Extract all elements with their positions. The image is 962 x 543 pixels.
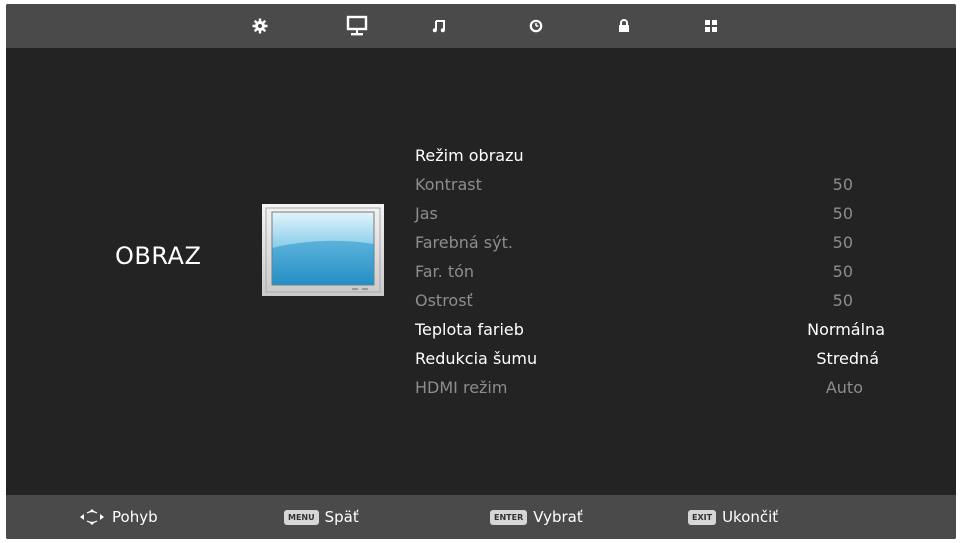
menu-item-value: 50 <box>832 204 853 223</box>
picture-settings-menu: Režim obrazu Kontrast 50 Jas 50 Farebná … <box>415 142 885 403</box>
hint-move: Pohyb <box>78 495 158 539</box>
menu-key-icon: MENU <box>284 509 319 525</box>
menu-item-noise-reduction[interactable]: Redukcia šumu Stredná <box>415 345 885 374</box>
menu-item-hdmi-mode: HDMI režim Auto <box>415 374 885 403</box>
menu-item-value: Stredná <box>816 349 879 368</box>
tab-lock[interactable] <box>612 4 636 48</box>
tv-picture-icon <box>262 204 384 296</box>
menu-item-brightness: Jas 50 <box>415 200 885 229</box>
menu-item-label: Ostrosť <box>415 291 473 310</box>
menu-item-value: 50 <box>832 291 853 310</box>
menu-item-color-saturation: Farebná sýt. 50 <box>415 229 885 258</box>
grid-icon <box>705 20 717 32</box>
hint-back-label: Späť <box>324 508 359 526</box>
exit-key-icon: EXIT <box>688 509 717 525</box>
music-note-icon <box>432 20 445 33</box>
tab-time[interactable] <box>524 4 548 48</box>
menu-item-value: Normálna <box>807 320 885 339</box>
menu-item-label: Redukcia šumu <box>415 349 538 368</box>
hint-exit-label: Ukončiť <box>722 508 779 526</box>
monitor-icon <box>346 15 368 36</box>
hint-select: ENTER Vybrať <box>490 495 583 539</box>
tab-setup[interactable] <box>699 4 723 48</box>
menu-item-sharpness: Ostrosť 50 <box>415 287 885 316</box>
menu-item-label: Kontrast <box>415 175 482 194</box>
menu-item-value: 50 <box>832 175 853 194</box>
menu-item-value: 50 <box>832 262 853 281</box>
enter-key-icon: ENTER <box>490 509 528 525</box>
menu-item-color-temperature[interactable]: Teplota farieb Normálna <box>415 316 885 345</box>
hint-back: MENU Späť <box>284 495 359 539</box>
tab-settings[interactable] <box>246 4 274 48</box>
menu-item-label: Režim obrazu <box>415 146 524 165</box>
hint-exit: EXIT Ukončiť <box>688 495 778 539</box>
tab-sound[interactable] <box>427 4 451 48</box>
hint-select-label: Vybrať <box>533 508 583 526</box>
clock-icon <box>529 19 543 33</box>
menu-item-value: Auto <box>825 378 863 397</box>
menu-item-contrast: Kontrast 50 <box>415 171 885 200</box>
gear-icon <box>252 18 268 34</box>
dpad-arrows-icon <box>80 509 104 525</box>
menu-item-label: Far. tón <box>415 262 475 281</box>
menu-item-value: 50 <box>832 233 853 252</box>
hint-move-label: Pohyb <box>112 508 158 526</box>
key-hint-bar: Pohyb MENU Späť ENTER Vybrať EXIT Ukonči… <box>6 495 956 539</box>
tab-picture[interactable] <box>342 4 372 48</box>
menu-item-label: Teplota farieb <box>415 320 524 339</box>
page-title: OBRAZ <box>115 242 202 270</box>
menu-item-tint: Far. tón 50 <box>415 258 885 287</box>
menu-item-picture-mode[interactable]: Režim obrazu <box>415 142 885 171</box>
lock-icon <box>619 19 629 32</box>
menu-tab-bar <box>6 4 956 48</box>
menu-item-label: Jas <box>415 204 438 223</box>
menu-item-label: Farebná sýt. <box>415 233 513 252</box>
tv-screen: OBRAZ Režim obrazu Kontrast 50 Jas 50 Fa… <box>6 4 956 539</box>
menu-item-label: HDMI režim <box>415 378 508 397</box>
